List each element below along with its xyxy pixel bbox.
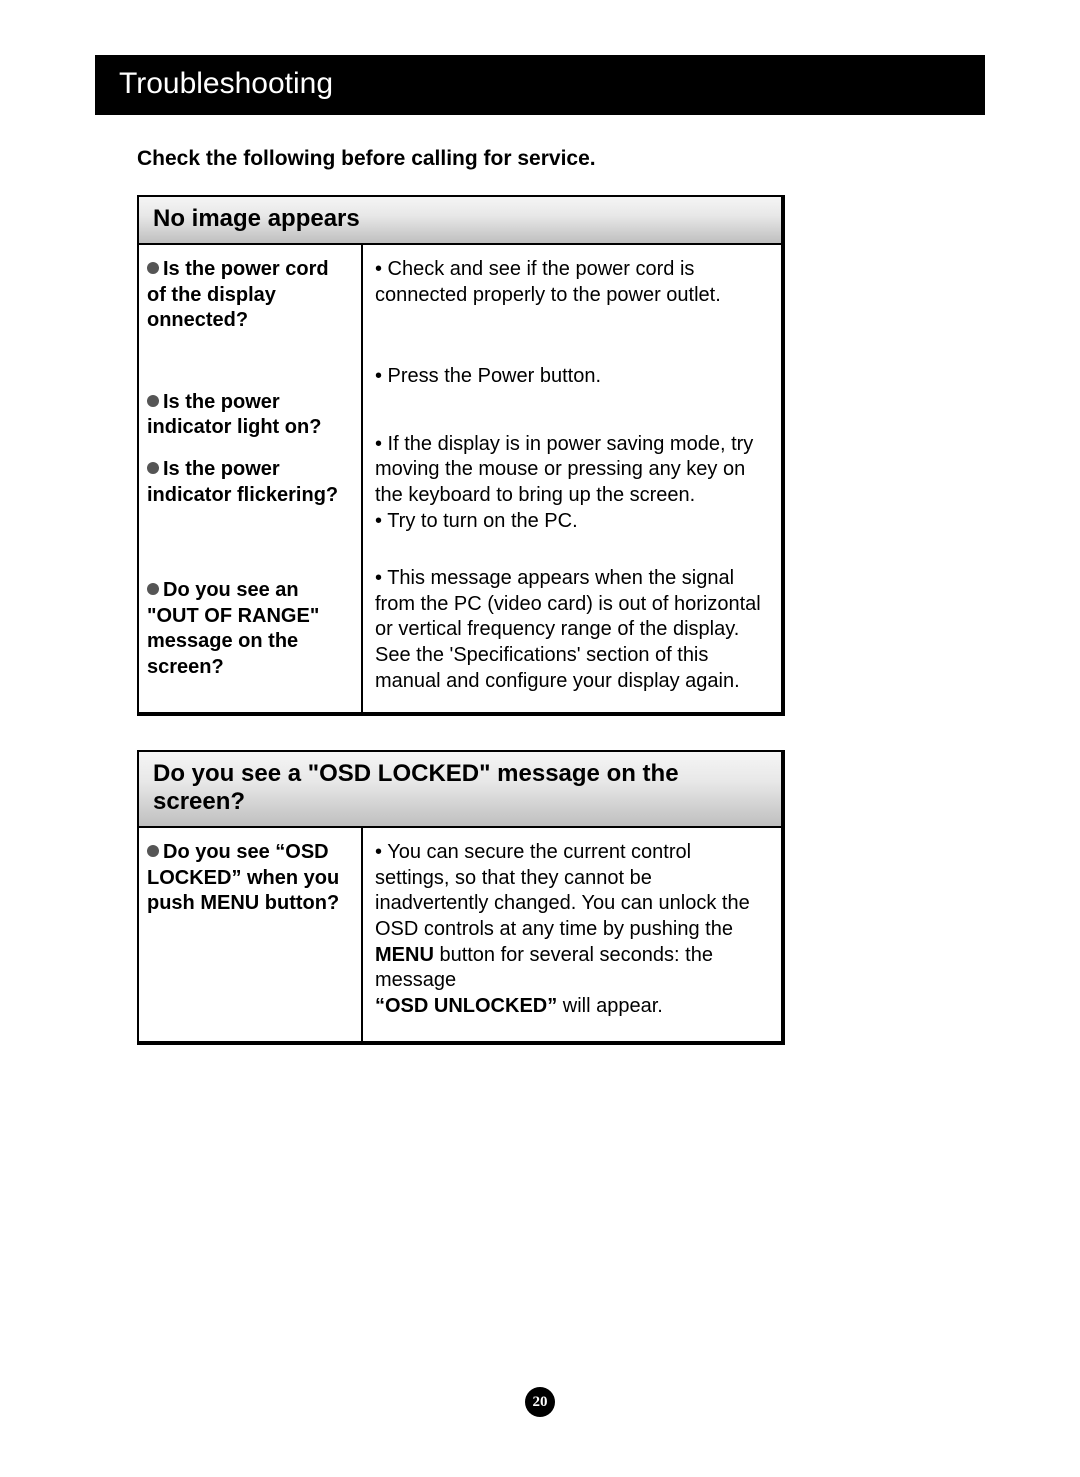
bullet-icon	[147, 262, 159, 274]
question: Is the power cord of the display onnecte…	[147, 257, 353, 334]
panel-header: Do you see a "OSD LOCKED" message on the…	[139, 752, 781, 828]
intro-text: Check the following before calling for s…	[137, 147, 985, 171]
question: Do you see an "OUT OF RANGE" message on …	[147, 578, 353, 680]
panel-no-image: No image appears Is the power cord of th…	[137, 195, 785, 716]
answer: • If the display is in power saving mode…	[375, 432, 765, 534]
question: Is the power indicator flickering?	[147, 457, 353, 508]
bullet-icon	[147, 462, 159, 474]
bullet-icon	[147, 395, 159, 407]
panel-header: No image appears	[139, 197, 781, 245]
bullet-icon	[147, 583, 159, 595]
panel-osd-locked: Do you see a "OSD LOCKED" message on the…	[137, 750, 785, 1045]
answer: • You can secure the current control set…	[375, 840, 765, 1019]
question: Is the power indicator light on?	[147, 390, 353, 441]
question: Do you see “OSD LOCKED” when you push ME…	[147, 840, 353, 917]
bullet-icon	[147, 845, 159, 857]
answer: • This message appears when the signal f…	[375, 566, 765, 694]
answer: • Check and see if the power cord is con…	[375, 257, 765, 308]
section-title: Troubleshooting	[95, 55, 985, 115]
page-number-badge: 20	[525, 1387, 555, 1417]
answer: • Press the Power button.	[375, 364, 765, 390]
